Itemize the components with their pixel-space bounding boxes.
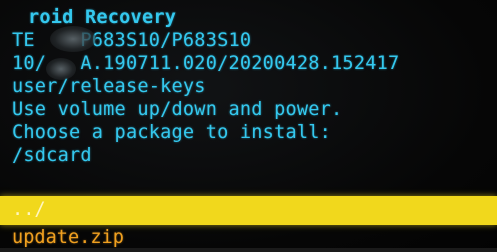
recovery-title: roid Recovery [28, 7, 177, 28]
recovery-screen: roid Recovery TE P683S10/P683S10 10/ A.1… [0, 0, 497, 252]
current-directory: /sdcard [12, 145, 92, 166]
package-menu: ../ update.zip [0, 196, 497, 249]
build-id-line: 10/ A.190711.020/20200428.152417 [12, 53, 400, 74]
navigation-instructions: Use volume up/down and power. [12, 99, 343, 120]
screen-bezel [0, 248, 497, 252]
build-keys-line: user/release-keys [12, 76, 206, 97]
redaction-smudge-build [46, 58, 76, 80]
menu-item-parent-directory[interactable]: ../ [0, 196, 497, 225]
menu-item-update-zip[interactable]: update.zip [0, 225, 497, 249]
install-prompt: Choose a package to install: [12, 122, 332, 143]
redaction-smudge-model [50, 26, 96, 52]
